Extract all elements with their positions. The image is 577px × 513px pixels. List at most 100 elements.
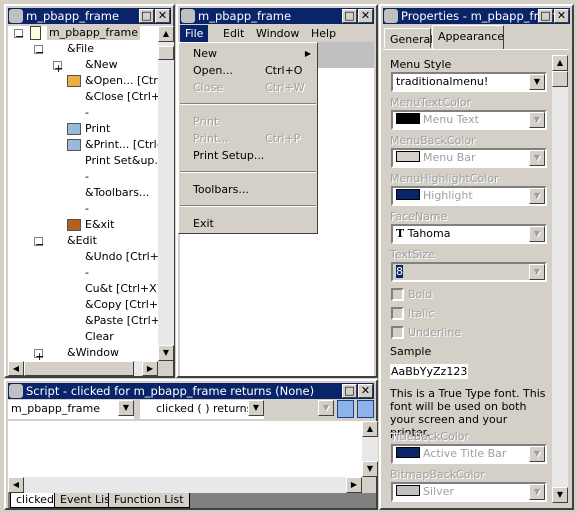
event-dropdown[interactable]: clicked ( ) returns (n ▼ (140, 400, 264, 419)
tab-appearance[interactable]: Appearance (432, 25, 504, 50)
tree-item[interactable]: Print (85, 122, 110, 136)
color-swatch (396, 447, 420, 458)
pane-title: m_pbapp_frame (198, 9, 292, 23)
tab-general[interactable]: General (384, 28, 433, 48)
expand-icon[interactable]: + (53, 61, 63, 75)
title-bar: Script - clicked for m_pbapp_frame retur… (8, 383, 374, 399)
printer-icon (67, 123, 81, 135)
menu-style-label: Menu Style (390, 58, 452, 71)
app-icon (9, 384, 23, 398)
menu-help[interactable]: Help (306, 25, 341, 42)
bold-checkbox[interactable] (391, 288, 404, 301)
textsize-dropdown[interactable]: 8 ▼ (391, 262, 547, 282)
menu-tree-pane: m_pbapp_frame □ ✕ − m_pbapp_frame &File − &… (4, 4, 175, 378)
tree-root[interactable]: m_pbapp_frame (47, 26, 141, 40)
bitmapbackcolor-label: BitmapBackColor (390, 468, 485, 481)
menubackcolor-dropdown[interactable]: Menu Bar ▼ (391, 148, 547, 168)
tree-item[interactable]: &Edit (67, 234, 97, 248)
menu-item-close[interactable]: Close Ctrl+W (179, 79, 317, 96)
menutextcolor-dropdown[interactable]: Menu Text ▼ (391, 110, 547, 130)
menu-item-print[interactable]: Print (179, 113, 317, 130)
font-sample: AaBbYyZz123 (390, 364, 469, 379)
titlebackcolor-label: TitleBackColor (390, 430, 469, 443)
vertical-scrollbar[interactable]: ▲ ▼ (158, 26, 174, 361)
tree-item[interactable]: - (85, 266, 89, 280)
tab-function-list[interactable]: Function List (108, 493, 190, 508)
tree-item[interactable]: &Open... [Ctrl (85, 74, 158, 88)
horizontal-scrollbar[interactable]: ◀ ▶ (8, 477, 362, 493)
close-button[interactable]: ✕ (358, 384, 373, 398)
menu-tree[interactable]: − m_pbapp_frame &File − &New + &Open... [Ctr… (8, 26, 158, 361)
tree-item[interactable]: &Window (67, 346, 119, 360)
pane-title: m_pbapp_frame (26, 9, 120, 23)
collapse-icon[interactable]: − (14, 29, 24, 43)
script-editor[interactable] (8, 421, 362, 477)
tree-item[interactable]: Cu&t [Ctrl+X] (85, 282, 158, 296)
tree-item[interactable]: E&xit (85, 218, 114, 232)
menu-file[interactable]: File (180, 25, 209, 42)
title-bar: m_pbapp_frame □ ✕ (8, 8, 171, 24)
tree-item[interactable]: &File (67, 42, 94, 56)
tree-item[interactable]: - (85, 170, 89, 184)
menu-window[interactable]: Window (251, 25, 304, 42)
object-dropdown[interactable]: m_pbapp_frame ▼ (8, 400, 134, 419)
title-bar: m_pbapp_frame □ ✕ (180, 8, 374, 24)
layout-button-2[interactable] (357, 400, 374, 418)
properties-pane: Properties - m_pbapp_frame □ ✕ General Ap… (379, 4, 574, 510)
underline-checkbox[interactable] (391, 326, 404, 339)
tree-item[interactable]: &Toolbars... (85, 186, 149, 200)
tree-item[interactable]: &Print... [Ctrl- (85, 138, 158, 152)
sample-label: Sample (390, 345, 432, 358)
italic-label: Italic (408, 307, 435, 320)
italic-checkbox[interactable] (391, 307, 404, 320)
maximize-button[interactable]: □ (538, 9, 553, 23)
maximize-button[interactable]: □ (139, 9, 154, 23)
menu-style-dropdown[interactable]: traditionalmenu! ▼ (391, 72, 547, 92)
horizontal-scrollbar[interactable]: ◀ ▶ (8, 361, 158, 376)
maximize-button[interactable]: □ (342, 384, 357, 398)
expand-icon[interactable]: + (34, 349, 44, 361)
app-icon (9, 9, 23, 23)
menu-item-printsetup[interactable]: Print Setup... (179, 147, 317, 164)
tree-item[interactable]: &Undo [Ctrl+Z (85, 250, 158, 264)
close-button[interactable]: ✕ (358, 9, 373, 23)
bitmapbackcolor-dropdown[interactable]: Silver ▼ (391, 482, 547, 502)
collapse-icon[interactable]: − (34, 237, 44, 251)
menu-item-toolbars[interactable]: Toolbars... (179, 181, 317, 198)
facename-dropdown[interactable]: T Tahoma ▼ (391, 224, 547, 244)
menu-item-print[interactable]: Print... Ctrl+P (179, 130, 317, 147)
close-button[interactable]: ✕ (554, 9, 569, 23)
menubackcolor-label: MenuBackColor (390, 134, 476, 147)
tab-clicked[interactable]: clicked (10, 493, 60, 508)
file-menu-dropdown: New ▶ Open... Ctrl+O Close Ctrl+W Print Print..… (178, 42, 318, 234)
menutextcolor-label: MenuTextColor (390, 96, 472, 109)
tree-item[interactable]: - (85, 106, 89, 120)
layout-button-1[interactable] (337, 400, 354, 418)
tree-item[interactable]: Clear (85, 330, 114, 344)
close-button[interactable]: ✕ (155, 9, 170, 23)
titlebackcolor-dropdown[interactable]: Active Title Bar ▼ (391, 444, 547, 464)
tree-item[interactable]: &New (85, 58, 118, 72)
facename-label: FaceName (390, 210, 448, 223)
menu-separator (180, 103, 316, 105)
menuhighlightcolor-dropdown[interactable]: Highlight ▼ (391, 186, 547, 206)
menu-item-open[interactable]: Open... Ctrl+O (179, 62, 317, 79)
tree-item[interactable]: &Close [Ctrl+W (85, 90, 158, 104)
color-swatch (396, 151, 420, 162)
menu-item-new[interactable]: New ▶ (179, 45, 317, 62)
tree-item[interactable]: &Paste [Ctrl+V (85, 314, 158, 328)
ancestor-dropdown[interactable]: ▼ (272, 400, 334, 419)
tree-item[interactable]: - (85, 202, 89, 216)
bold-label: Bold (408, 288, 433, 301)
vertical-scrollbar[interactable]: ▲ ▼ (552, 55, 568, 503)
menuhighlightcolor-label: MenuHighlightColor (390, 172, 499, 185)
vertical-scrollbar[interactable]: ▲ ▼ (362, 421, 378, 477)
chevron-down-icon[interactable]: ▼ (529, 74, 545, 90)
menu-item-exit[interactable]: Exit (179, 215, 317, 232)
tree-item[interactable]: Print Set&up... (85, 154, 158, 168)
tree-item[interactable]: &Copy [Ctrl+C (85, 298, 158, 312)
collapse-icon[interactable]: − (34, 45, 44, 59)
menu-edit[interactable]: Edit (218, 25, 249, 42)
maximize-button[interactable]: □ (342, 9, 357, 23)
printer-icon (67, 139, 81, 151)
